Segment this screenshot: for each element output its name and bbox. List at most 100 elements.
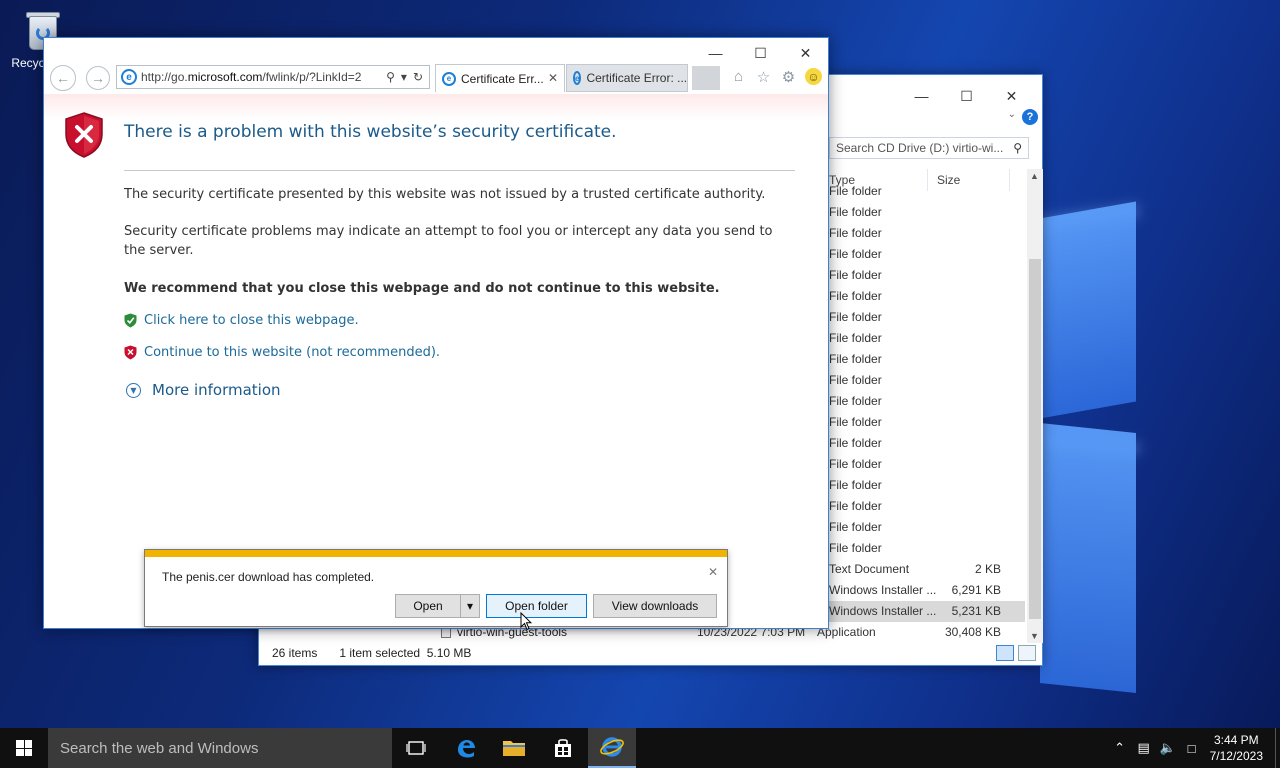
task-view-button[interactable]	[392, 728, 440, 768]
scroll-down-icon[interactable]: ▼	[1030, 631, 1039, 641]
task-view-icon	[406, 741, 426, 755]
taskbar: Search the web and Windows ⌃ ▤ 🔈 □ 3:44 …	[0, 728, 1280, 768]
scrollbar-thumb[interactable]	[1029, 259, 1041, 619]
network-icon[interactable]: ▤	[1132, 740, 1156, 756]
show-desktop-button[interactable]	[1275, 728, 1280, 768]
shield-error-icon	[65, 112, 103, 158]
close-tab-icon[interactable]: ✕	[548, 71, 558, 85]
back-button[interactable]: ←	[50, 65, 76, 91]
close-webpage-link[interactable]: Click here to close this webpage.	[124, 313, 359, 328]
view-toggle	[996, 645, 1036, 661]
open-options-button[interactable]: ▾	[460, 594, 480, 618]
search-icon: ⚲	[1013, 141, 1022, 155]
start-button[interactable]	[0, 728, 48, 768]
clock-time: 3:44 PM	[1213, 733, 1259, 747]
minimize-icon[interactable]: —	[899, 81, 944, 111]
show-hidden-icons-chevron-icon[interactable]: ⌃	[1108, 740, 1132, 756]
details-view-icon[interactable]	[996, 645, 1014, 661]
search-icon[interactable]: ⚲	[386, 70, 395, 84]
refresh-icon[interactable]: ↻	[413, 70, 423, 84]
close-webpage-text: Click here to close this webpage.	[144, 313, 359, 328]
action-center-icon[interactable]: □	[1180, 741, 1204, 756]
page-title: There is a problem with this website’s s…	[124, 122, 617, 142]
internet-explorer-taskbar-button[interactable]	[588, 728, 636, 768]
folder-icon	[503, 741, 525, 756]
close-icon[interactable]: ✕	[708, 565, 718, 579]
ie-favicon-icon: e	[442, 71, 456, 86]
open-folder-button[interactable]: Open folder	[486, 594, 587, 618]
feedback-smiley-icon[interactable]: ☺	[805, 68, 822, 85]
address-url[interactable]: http://go.microsoft.com/fwlink/p/?LinkId…	[141, 70, 386, 84]
continue-website-link[interactable]: Continue to this website (not recommende…	[124, 345, 440, 360]
back-arrow-icon: ←	[56, 70, 70, 86]
edge-taskbar-button[interactable]	[442, 728, 490, 768]
page-header-band	[44, 94, 828, 120]
gear-icon[interactable]: ⚙	[780, 68, 797, 86]
ribbon-expand-icon[interactable]: ⌄	[1008, 109, 1016, 120]
large-icons-view-icon[interactable]	[1018, 645, 1036, 661]
forward-arrow-icon: →	[91, 70, 105, 86]
file-explorer-taskbar-button[interactable]	[490, 728, 538, 768]
scroll-up-icon[interactable]: ▲	[1030, 171, 1039, 181]
explorer-search-input[interactable]: Search CD Drive (D:) virtio-wi... ⚲	[829, 137, 1029, 159]
mouse-cursor-icon	[520, 612, 532, 631]
file-type: File folder	[829, 394, 882, 408]
taskbar-search-placeholder: Search the web and Windows	[60, 739, 259, 757]
edge-icon	[458, 740, 475, 758]
error-warning: Security certificate problems may indica…	[124, 224, 773, 258]
file-type: File folder	[829, 331, 882, 345]
home-icon[interactable]: ⌂	[730, 68, 747, 85]
download-notification-bar: The penis.cer download has completed. ✕ …	[144, 549, 728, 627]
file-type: File folder	[829, 352, 882, 366]
internet-explorer-icon	[600, 737, 624, 757]
recommendation: We recommend that you close this webpage…	[124, 281, 720, 296]
file-size: 2 KB	[974, 562, 1001, 576]
url-domain: microsoft.com	[187, 70, 263, 84]
title-divider	[124, 170, 795, 171]
url-prefix: http://go.	[141, 70, 188, 84]
address-bar[interactable]: e http://go.microsoft.com/fwlink/p/?Link…	[116, 65, 430, 89]
system-tray: ⌃ ▤ 🔈 □ 3:44 PM 7/12/2023	[1108, 728, 1280, 768]
notification-accent	[145, 550, 727, 557]
view-downloads-button[interactable]: View downloads	[593, 594, 717, 618]
explorer-scrollbar[interactable]: ▲ ▼	[1027, 169, 1043, 643]
store-taskbar-button[interactable]	[539, 728, 587, 768]
maximize-icon[interactable]: ☐	[944, 81, 989, 111]
shield-check-icon	[124, 313, 137, 328]
file-type: Windows Installer ...	[829, 604, 937, 618]
tab-certificate-error[interactable]: e Certificate Error: ...	[566, 64, 688, 92]
volume-muted-icon[interactable]: 🔈	[1156, 740, 1180, 756]
open-button[interactable]: Open	[395, 594, 461, 618]
file-size: 30,408 KB	[944, 625, 1001, 639]
dropdown-icon[interactable]: ▾	[401, 70, 407, 84]
file-type: File folder	[829, 478, 882, 492]
forward-button[interactable]: →	[86, 66, 110, 90]
file-type: File folder	[829, 373, 882, 387]
shield-warning-icon	[124, 345, 137, 360]
error-description: The security certificate presented by th…	[124, 187, 766, 202]
taskbar-search-box[interactable]: Search the web and Windows	[48, 728, 392, 768]
help-icon[interactable]: ?	[1022, 109, 1038, 125]
selection-info: 1 item selected 5.10 MB	[339, 646, 472, 660]
new-tab-button[interactable]	[692, 66, 720, 90]
ie-command-icons: ⌂ ☆ ⚙ ☺	[730, 68, 822, 86]
more-information-text: More information	[152, 381, 281, 399]
clock-date: 7/12/2023	[1209, 749, 1263, 763]
file-type: File folder	[829, 541, 882, 555]
file-type: Windows Installer ...	[829, 583, 937, 597]
file-type: File folder	[829, 226, 882, 240]
address-tools: ⚲ ▾ ↻	[386, 70, 429, 84]
ie-favicon-icon: e	[121, 69, 137, 85]
file-size: 5,231 KB	[951, 604, 1001, 618]
favorites-star-icon[interactable]: ☆	[755, 68, 772, 86]
wallpaper-pane	[1040, 201, 1136, 419]
internet-explorer-window[interactable]: — ☐ ✕ ← → e http://go.microsoft.com/fwli…	[43, 37, 829, 629]
file-type: File folder	[829, 289, 882, 303]
tab-certificate-error-active[interactable]: e Certificate Err... ✕	[435, 64, 565, 92]
windows-wallpaper-logo	[1040, 150, 1280, 710]
close-icon[interactable]: ✕	[989, 81, 1034, 111]
url-suffix: /fwlink/p/?LinkId=2	[262, 70, 362, 84]
file-type: File folder	[829, 205, 882, 219]
taskbar-clock[interactable]: 3:44 PM 7/12/2023	[1210, 732, 1263, 764]
more-information-toggle[interactable]: ▼ More information	[126, 381, 281, 399]
